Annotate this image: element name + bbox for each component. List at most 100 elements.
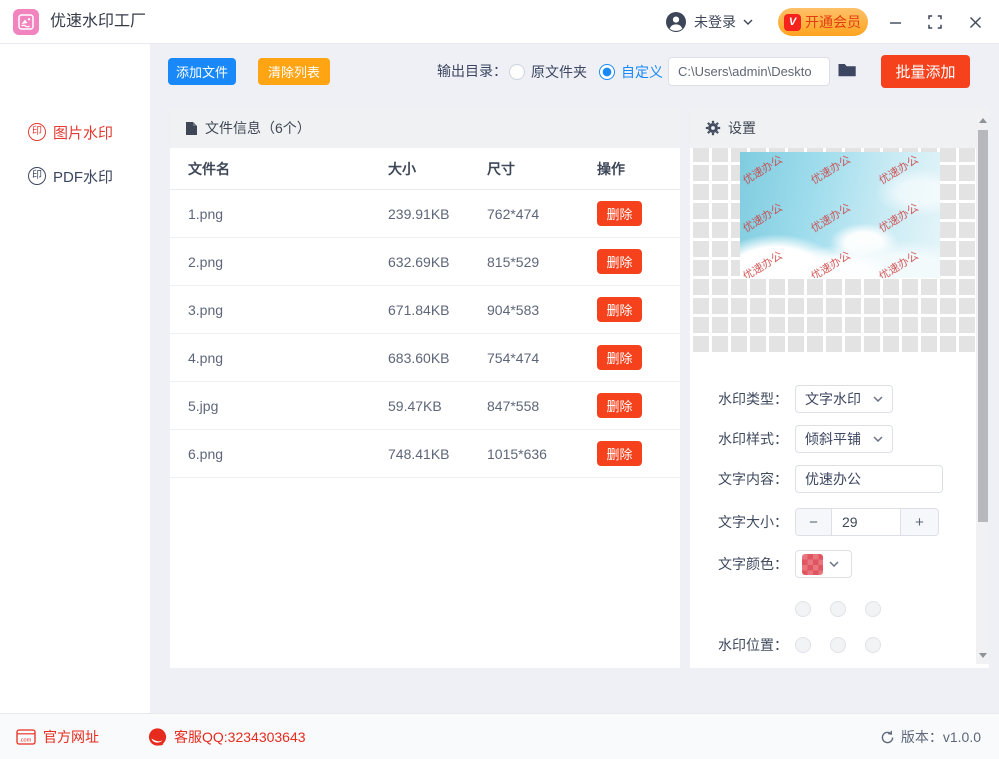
- table-header-row: 文件名 大小 尺寸 操作: [170, 148, 680, 190]
- radio-original-folder[interactable]: 原文件夹: [509, 62, 587, 82]
- service-qq-label: 客服QQ:3234303643: [174, 727, 306, 747]
- maximize-button[interactable]: [923, 10, 947, 34]
- position-option[interactable]: [865, 637, 881, 653]
- cell-filename: 6.png: [188, 446, 388, 462]
- delete-button[interactable]: 删除: [597, 441, 642, 466]
- watermark-text: 优速办公: [808, 247, 854, 278]
- vip-label: 开通会员: [805, 12, 861, 32]
- scroll-up-icon[interactable]: [979, 118, 987, 123]
- col-dims: 尺寸: [487, 159, 597, 179]
- document-icon: [185, 121, 198, 136]
- scrollbar-thumb[interactable]: [978, 130, 988, 522]
- user-avatar-icon: [665, 11, 687, 33]
- output-dir-label: 输出目录：: [437, 58, 507, 85]
- service-qq-link[interactable]: 客服QQ:3234303643: [148, 714, 306, 759]
- version-info: 版本：v1.0.0: [880, 714, 981, 759]
- position-option[interactable]: [795, 601, 811, 617]
- radio-original-label: 原文件夹: [531, 62, 587, 82]
- open-vip-button[interactable]: V 开通会员: [778, 8, 868, 36]
- cell-filename: 1.png: [188, 206, 388, 222]
- maximize-icon: [928, 15, 942, 29]
- delete-button[interactable]: 删除: [597, 345, 642, 370]
- watermark-text: 优速办公: [808, 199, 854, 236]
- delete-button[interactable]: 删除: [597, 201, 642, 226]
- watermark-position-row: 水印位置：: [718, 631, 881, 659]
- table-row: 5.jpg 59.47KB 847*558 删除: [170, 382, 680, 430]
- radio-custom[interactable]: 自定义: [599, 62, 663, 82]
- close-icon: [969, 16, 982, 29]
- table-row: 4.png 683.60KB 754*474 删除: [170, 334, 680, 382]
- scroll-down-icon[interactable]: [979, 653, 987, 658]
- app-window: 优速水印工厂 未登录 V 开通会员: [0, 0, 999, 759]
- watermark-type-value: 文字水印: [805, 389, 861, 409]
- version-label: 版本：v1.0.0: [901, 727, 981, 747]
- vip-icon: V: [784, 14, 801, 31]
- cell-size: 683.60KB: [388, 350, 487, 366]
- stamp-icon: 印: [28, 167, 46, 185]
- batch-add-button[interactable]: 批量添加: [881, 55, 970, 88]
- watermark-style-select[interactable]: 倾斜平铺: [795, 425, 893, 453]
- sidebar-item-label: 图片水印: [53, 122, 113, 143]
- text-color-row: 文字颜色：: [718, 550, 852, 578]
- position-option[interactable]: [865, 601, 881, 617]
- output-path-input[interactable]: [668, 57, 830, 86]
- chevron-down-icon: [743, 19, 753, 25]
- text-size-row: 文字大小： − +: [718, 508, 939, 536]
- color-swatch: [802, 554, 823, 575]
- position-option[interactable]: [830, 637, 846, 653]
- chevron-down-icon: [873, 396, 883, 402]
- clear-list-button[interactable]: 清除列表: [258, 58, 330, 85]
- position-option[interactable]: [795, 637, 811, 653]
- watermark-style-value: 倾斜平铺: [805, 429, 861, 449]
- cell-dims: 815*529: [487, 254, 597, 270]
- close-button[interactable]: [963, 10, 987, 34]
- delete-button[interactable]: 删除: [597, 297, 642, 322]
- watermark-position-row-middle: [795, 637, 881, 653]
- gear-icon: [705, 120, 721, 136]
- cell-size: 748.41KB: [388, 446, 487, 462]
- decrease-button[interactable]: −: [796, 509, 832, 535]
- text-size-label: 文字大小：: [718, 512, 795, 532]
- settings-title: 设置: [728, 118, 756, 138]
- increase-button[interactable]: +: [900, 509, 938, 535]
- title-bar: 优速水印工厂 未登录 V 开通会员: [0, 0, 999, 44]
- sidebar-item-image-watermark[interactable]: 印 图片水印: [0, 110, 150, 154]
- official-site-label: 官方网址: [43, 727, 99, 747]
- watermark-text: 优速办公: [740, 152, 785, 188]
- cell-size: 632.69KB: [388, 254, 487, 270]
- text-color-picker[interactable]: [795, 550, 852, 578]
- minimize-button[interactable]: [883, 10, 907, 34]
- app-title: 优速水印工厂: [50, 0, 146, 44]
- user-menu[interactable]: 未登录: [665, 0, 753, 44]
- cell-filename: 4.png: [188, 350, 388, 366]
- table-row: 1.png 239.91KB 762*474 删除: [170, 190, 680, 238]
- add-files-button[interactable]: 添加文件: [168, 58, 236, 85]
- official-site-link[interactable]: .com 官方网址: [16, 714, 99, 759]
- cell-dims: 1015*636: [487, 446, 597, 462]
- stamp-icon: 印: [28, 123, 46, 141]
- cell-dims: 762*474: [487, 206, 597, 222]
- folder-icon: [837, 61, 857, 78]
- refresh-icon: [880, 730, 895, 745]
- settings-scrollbar: [976, 112, 989, 664]
- watermark-type-row: 水印类型： 文字水印: [718, 385, 893, 413]
- sidebar-item-pdf-watermark[interactable]: 印 PDF水印: [0, 154, 150, 198]
- cell-size: 59.47KB: [388, 398, 487, 414]
- col-action: 操作: [597, 159, 680, 179]
- browse-folder-button[interactable]: [837, 61, 859, 81]
- radio-checked-icon: [599, 64, 615, 80]
- watermark-type-select[interactable]: 文字水印: [795, 385, 893, 413]
- watermark-position-row-top: [795, 601, 881, 617]
- col-filename: 文件名: [188, 159, 388, 179]
- position-option[interactable]: [830, 601, 846, 617]
- text-content-input[interactable]: [795, 465, 943, 493]
- watermark-style-row: 水印样式： 倾斜平铺: [718, 425, 893, 453]
- watermark-style-label: 水印样式：: [718, 429, 795, 449]
- delete-button[interactable]: 删除: [597, 393, 642, 418]
- delete-button[interactable]: 删除: [597, 249, 642, 274]
- watermark-preview-image: 优速办公 优速办公 优速办公 优速办公 优速办公 优速办公 优速办公 优速办公 …: [740, 152, 940, 278]
- customer-service-icon: [148, 728, 167, 747]
- text-size-value[interactable]: [832, 509, 900, 535]
- text-content-row: 文字内容：: [718, 465, 943, 493]
- col-size: 大小: [388, 159, 487, 179]
